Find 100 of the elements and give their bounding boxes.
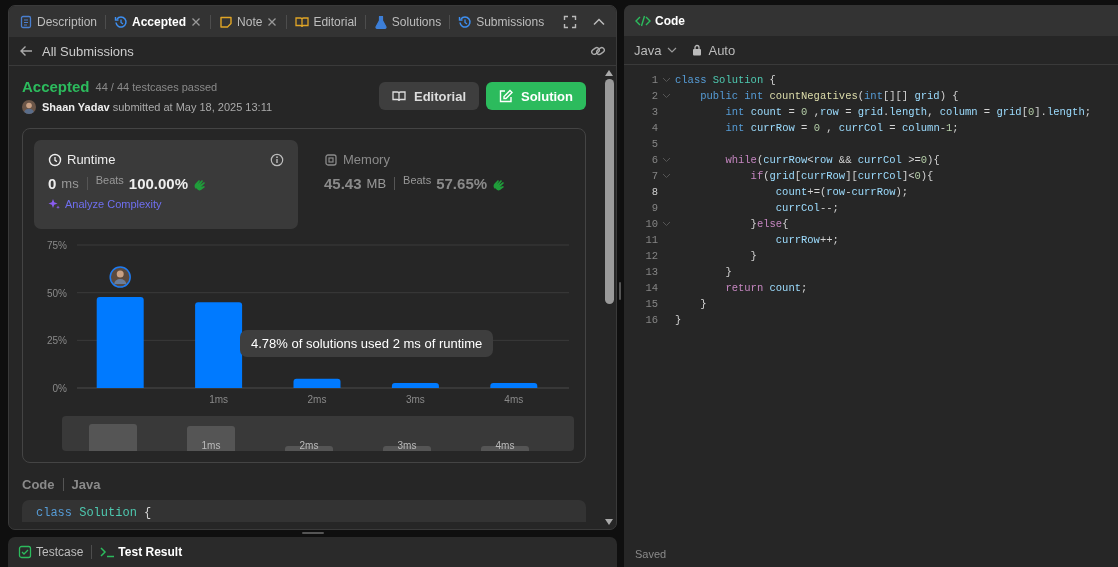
line-number: 10	[644, 218, 658, 230]
lock-icon	[692, 44, 703, 56]
tab[interactable]: Note	[219, 12, 263, 31]
code-line: int count = 0 ,row = grid.length, column = grid[0].length;	[724, 106, 1092, 118]
code-line: public int countNegatives(int[][] grid) {	[699, 90, 959, 102]
fold-chevron-icon[interactable]	[662, 77, 671, 83]
line-number: 15	[644, 298, 658, 310]
line-number: 16	[644, 314, 658, 326]
bar	[391, 383, 439, 388]
stat-unit: MB	[366, 176, 387, 191]
stat-value: 45.43	[324, 175, 362, 192]
stat-unit: ms	[61, 176, 79, 191]
code-line: count+=(row-currRow);	[774, 186, 909, 198]
code-label: Code	[22, 477, 55, 492]
code-line: currCol--;	[774, 202, 839, 214]
back-arrow-icon	[19, 44, 33, 58]
line-number: 2	[650, 90, 658, 102]
line-number: 11	[644, 234, 658, 246]
language-label: Java	[71, 477, 101, 492]
close-icon[interactable]	[190, 15, 203, 28]
code-icon	[635, 13, 651, 28]
fold-chevron-icon[interactable]	[662, 157, 671, 163]
link-icon	[590, 44, 606, 58]
info-icon	[270, 152, 284, 167]
navigator-label: 1ms	[201, 441, 221, 451]
clock-icon	[48, 152, 62, 167]
runtime-panel[interactable]: Runtime 0 ms Beats 100.00% Analyze Complexity	[34, 140, 298, 229]
code-line: class Solution {	[675, 74, 776, 86]
sparkle-icon	[48, 198, 60, 210]
code-line: }else{	[749, 218, 789, 230]
line-number: 9	[650, 202, 658, 214]
code-line: return count;	[724, 282, 808, 294]
line-number: 7	[650, 170, 658, 182]
code-line: currRow++;	[774, 234, 839, 246]
tab[interactable]: Submissions	[458, 12, 545, 31]
close-icon[interactable]	[266, 15, 279, 28]
beats-percentage: 100.00%	[128, 175, 189, 192]
line-number: 6	[650, 154, 658, 166]
beats-label: Beats	[403, 174, 432, 186]
axis-tick-label: 2ms	[307, 394, 327, 405]
navigator-label: 4ms	[495, 441, 515, 451]
resize-handle[interactable]	[301, 532, 324, 534]
axis-tick-label: 1ms	[209, 394, 229, 405]
tab[interactable]: Test Result	[100, 543, 183, 561]
avatar	[22, 100, 36, 114]
back-link[interactable]: All Submissions	[42, 43, 134, 59]
tab[interactable]: Editorial	[295, 12, 357, 31]
terminal-icon	[100, 545, 115, 559]
stat-title: Memory	[343, 152, 390, 167]
line-number: 3	[650, 106, 658, 118]
tab[interactable]: Solutions	[373, 12, 442, 31]
history-icon	[458, 14, 473, 29]
auto-mode-toggle[interactable]: Auto	[692, 42, 736, 58]
fullscreen-icon	[563, 14, 577, 29]
chevron-down-icon	[667, 46, 678, 54]
code-line: class Solution {	[36, 506, 153, 520]
edit-icon	[499, 89, 513, 103]
author-name[interactable]: Shaan Yadav	[42, 101, 110, 113]
memory-panel[interactable]: Memory 45.43 MB Beats 57.65%	[310, 140, 574, 229]
line-number: 1	[650, 74, 658, 86]
stat-title: Runtime	[67, 152, 116, 167]
code-line: }	[699, 298, 707, 310]
bar	[293, 378, 341, 388]
resize-handle[interactable]	[619, 282, 621, 300]
beats-label: Beats	[95, 174, 124, 186]
history-icon	[114, 14, 129, 29]
axis-tick-label: 4ms	[504, 394, 524, 405]
code-line: while(currRow<row && currCol >=0){	[724, 154, 940, 166]
avatar-marker	[109, 266, 131, 288]
tab[interactable]: Testcase	[18, 543, 84, 561]
fold-chevron-icon[interactable]	[662, 173, 671, 179]
navigator-bar	[89, 424, 137, 451]
line-number: 4	[650, 122, 658, 134]
chip-icon	[324, 152, 338, 167]
tab[interactable]: Description	[19, 12, 98, 31]
save-status: Saved	[634, 547, 668, 562]
axis-tick-label: 25%	[47, 335, 67, 347]
fold-chevron-icon[interactable]	[662, 93, 671, 99]
editorial-button[interactable]: Editorial	[379, 82, 479, 110]
axis-tick-label: 0%	[52, 383, 67, 394]
book-icon	[295, 14, 310, 29]
code-line: }	[749, 250, 757, 262]
axis-tick-label: 3ms	[405, 394, 425, 405]
document-icon	[19, 14, 33, 29]
navigator-label: 2ms	[299, 441, 319, 451]
line-number: 13	[644, 266, 658, 278]
tab[interactable]: Accepted	[114, 12, 187, 31]
scrollbar-thumb[interactable]	[604, 79, 614, 304]
language-dropdown[interactable]: Java	[634, 42, 678, 58]
scroll-up-icon	[605, 70, 613, 76]
submission-time: submitted at May 18, 2025 13:11	[112, 101, 273, 113]
code-line: if(grid[currRow][currCol]<0){	[749, 170, 934, 182]
checkbox-icon	[18, 545, 32, 559]
tab[interactable]: Code	[635, 11, 685, 30]
axis-tick-label: 50%	[47, 287, 67, 299]
axis-tick-label: 75%	[47, 240, 67, 251]
flask-icon	[373, 14, 388, 29]
range-navigator[interactable]: 1ms 2ms 3ms 4ms	[62, 416, 574, 451]
fold-chevron-icon[interactable]	[662, 221, 671, 227]
stat-value: 0	[48, 175, 57, 192]
